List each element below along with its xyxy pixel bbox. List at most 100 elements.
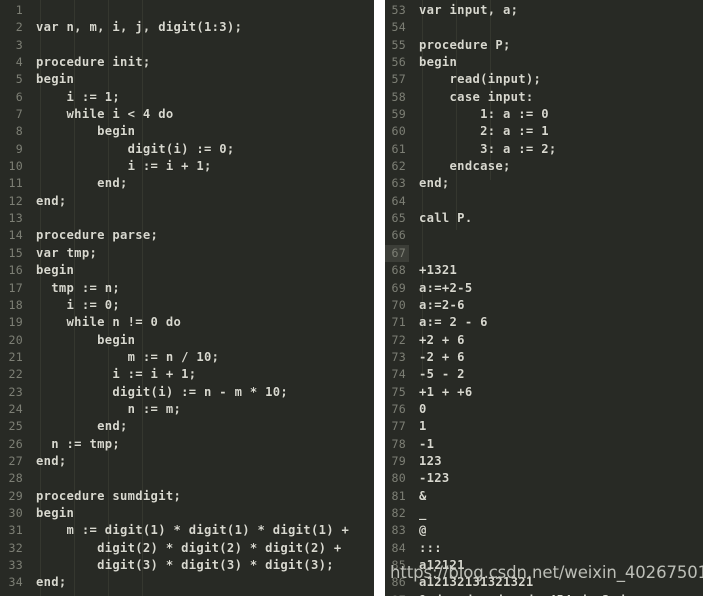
code-line[interactable]: 23 digit(i) := n - m * 10; <box>0 384 374 401</box>
code-line[interactable]: 82 _ <box>385 505 703 522</box>
code-line[interactable]: 63 end; <box>385 175 703 192</box>
code-line[interactable]: 84::: <box>385 540 703 557</box>
code-line[interactable]: 12 end; <box>0 193 374 210</box>
code-text: begin <box>36 72 75 87</box>
code-text: a:=+2-5 <box>419 280 473 295</box>
code-text: digit(3) * digit(3) * digit(3); <box>36 558 334 572</box>
code-line[interactable]: 80 -123 <box>385 470 703 487</box>
code-line[interactable]: 6 i := 1; <box>0 89 374 106</box>
code-line[interactable]: 55 procedure P; <box>385 37 703 54</box>
line-number: 60 <box>391 124 406 139</box>
code-line[interactable]: 58 case input: <box>385 89 703 106</box>
code-text: 2: a := 1 <box>419 124 549 139</box>
code-line[interactable]: 69 a:=+2-5 <box>385 280 703 297</box>
code-line[interactable]: 5 begin <box>0 71 374 88</box>
code-line[interactable]: 59 1: a := 0 <box>385 106 703 123</box>
code-line[interactable]: 14 procedure parse; <box>0 227 374 244</box>
code-line[interactable]: 879adsasdgasdgasdga454adsg2sd <box>385 592 703 596</box>
code-line[interactable]: 10 i := i + 1; <box>0 158 374 175</box>
code-line[interactable]: 25 end; <box>0 418 374 435</box>
code-text: begin <box>419 55 458 70</box>
code-line[interactable]: 15 var tmp; <box>0 245 374 262</box>
line-number: 79 <box>391 453 406 468</box>
code-line[interactable]: 29 procedure sumdigit; <box>0 488 374 505</box>
code-line[interactable]: 62 endcase; <box>385 158 703 175</box>
line-number: 83 <box>391 523 406 538</box>
line-number: 1 <box>15 3 23 17</box>
code-line[interactable]: 72 +2 + 6 <box>385 332 703 349</box>
code-line[interactable]: 74 -5 - 2 <box>385 366 703 383</box>
code-line[interactable]: 64 <box>385 193 703 210</box>
code-line[interactable]: 32 digit(2) * digit(2) * digit(2) + <box>0 540 374 557</box>
code-line[interactable]: 76 0 <box>385 401 703 418</box>
code-text: & <box>419 488 427 503</box>
code-line[interactable]: 57 read(input); <box>385 71 703 88</box>
code-line[interactable]: 8 begin <box>0 123 374 140</box>
code-line[interactable]: 78 -1 <box>385 436 703 453</box>
line-number: 64 <box>391 193 406 208</box>
line-number: 72 <box>391 332 406 347</box>
code-line[interactable]: 2 var n, m, i, j, digit(1:3); <box>0 19 374 36</box>
code-line[interactable]: 4 procedure init; <box>0 54 374 71</box>
code-line[interactable]: 66 <box>385 227 703 244</box>
code-line[interactable]: 61 3: a := 2; <box>385 141 703 158</box>
line-number: 3 <box>15 37 23 52</box>
line-number: 13 <box>8 211 23 226</box>
code-text: call P. <box>419 211 473 226</box>
line-number: 69 <box>391 280 406 295</box>
code-line[interactable]: 30 begin <box>0 505 374 522</box>
code-line[interactable]: 68 +1321 <box>385 262 703 279</box>
code-line[interactable]: 17 tmp := n; <box>0 280 374 297</box>
code-line[interactable]: 27 end; <box>0 453 374 470</box>
code-line[interactable]: 81 & <box>385 488 703 505</box>
code-text: end; <box>36 453 67 468</box>
code-line[interactable]: 19 while n != 0 do <box>0 314 374 331</box>
code-text: tmp := n; <box>36 280 121 295</box>
code-line[interactable]: 3 <box>0 37 374 54</box>
code-line[interactable]: 67 <box>385 244 703 263</box>
code-line[interactable]: 60 2: a := 1 <box>385 123 703 140</box>
line-number: 26 <box>8 436 23 451</box>
code-line[interactable]: 73 -2 + 6 <box>385 349 703 366</box>
code-line[interactable]: 21 m := n / 10; <box>0 349 374 366</box>
code-line[interactable]: 54 <box>385 19 703 36</box>
code-line[interactable]: 11 end; <box>0 175 374 192</box>
code-text: digit(i) := 0; <box>36 141 235 156</box>
code-line[interactable]: 75 +1 + +6 <box>385 384 703 401</box>
code-line[interactable]: 34 end; <box>0 574 374 591</box>
code-line[interactable]: 71 a:= 2 - 6 <box>385 314 703 331</box>
code-text: i := 1; <box>36 89 121 104</box>
code-line[interactable]: 20 begin <box>0 332 374 349</box>
code-text: 3: a := 2; <box>419 141 557 156</box>
code-pane-right[interactable]: 53 var input, a; 54 55 procedure P; 56 begin 57… <box>385 0 703 596</box>
line-number: 15 <box>8 245 23 260</box>
code-line[interactable]: 56 begin <box>385 54 703 71</box>
code-text: procedure parse; <box>36 228 159 243</box>
code-line[interactable]: 24 n := m; <box>0 401 374 418</box>
code-line[interactable]: 31 m := digit(1) * digit(1) * digit(1) + <box>0 522 374 539</box>
line-number: 34 <box>8 575 23 590</box>
code-text: while n != 0 do <box>36 315 182 330</box>
code-line[interactable]: 7 while i < 4 do <box>0 106 374 123</box>
code-line[interactable]: 26 n := tmp; <box>0 436 374 453</box>
code-line[interactable]: 1 <box>0 2 374 19</box>
code-line[interactable]: 13 <box>0 210 374 227</box>
code-line[interactable]: 22 i := i + 1; <box>0 366 374 383</box>
code-line[interactable]: 18 i := 0; <box>0 297 374 314</box>
code-text: 9adsasdgasdgasdga454adsg2sd <box>409 592 625 596</box>
code-line[interactable]: 79 123 <box>385 453 703 470</box>
code-line[interactable]: 53 var input, a; <box>385 2 703 19</box>
code-line[interactable]: 83 @ <box>385 522 703 539</box>
line-number: 78 <box>391 436 406 451</box>
code-text: i := i + 1; <box>36 367 197 382</box>
code-line[interactable]: 65 call P. <box>385 210 703 227</box>
code-line[interactable]: 70 a:=2-6 <box>385 297 703 314</box>
code-text: -2 + 6 <box>419 349 465 364</box>
line-number: 21 <box>8 349 23 364</box>
code-line[interactable]: 33 digit(3) * digit(3) * digit(3); <box>0 557 374 574</box>
code-pane-left[interactable]: 1 2 var n, m, i, j, digit(1:3); 3 4 procedure… <box>0 0 374 596</box>
code-line[interactable]: 28 <box>0 470 374 487</box>
code-line[interactable]: 77 1 <box>385 418 703 435</box>
code-line[interactable]: 9 digit(i) := 0; <box>0 141 374 158</box>
code-line[interactable]: 16 begin <box>0 262 374 279</box>
